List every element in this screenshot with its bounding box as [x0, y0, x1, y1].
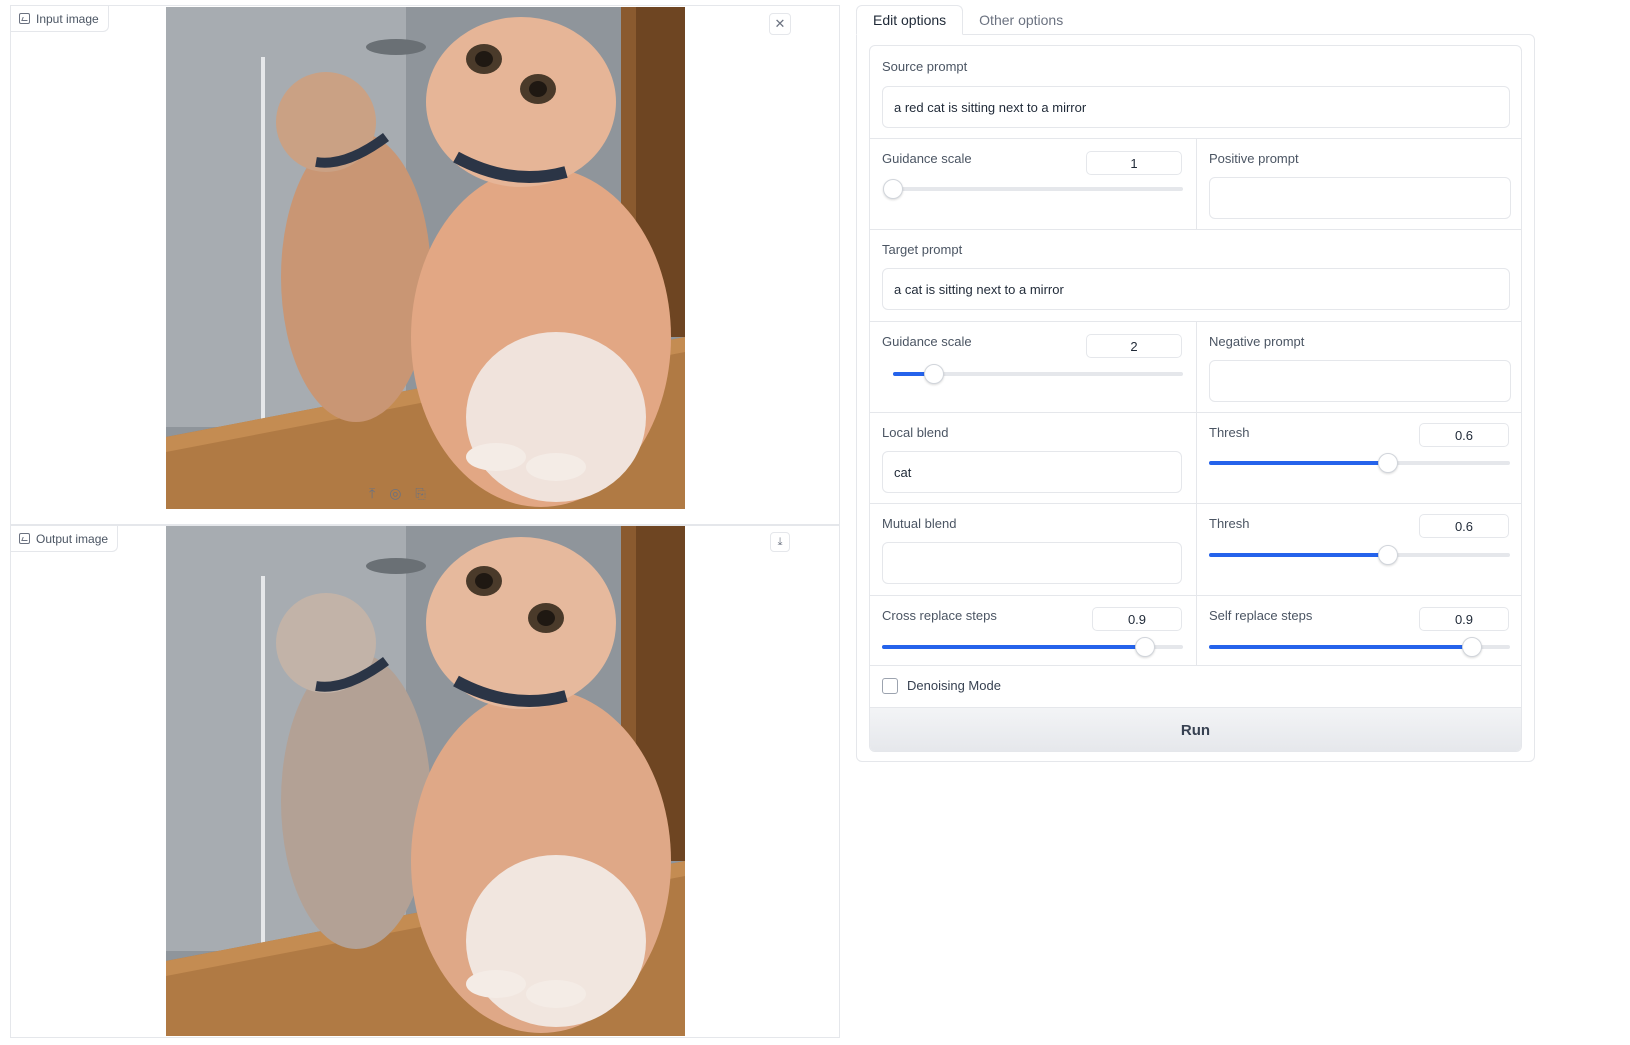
- cat-photo: [166, 7, 685, 509]
- edit-options-form: Source prompt a red cat is sitting next …: [869, 45, 1522, 752]
- output-photo: [166, 526, 685, 1036]
- clear-image-button[interactable]: ✕: [769, 13, 791, 35]
- mutual-blend-cell: Mutual blend: [870, 504, 1196, 595]
- local-blend-input[interactable]: cat: [882, 451, 1182, 493]
- tab-other-options[interactable]: Other options: [963, 5, 1079, 35]
- download-icon: ⤓: [777, 535, 783, 548]
- cat-photo-output: [166, 526, 685, 1036]
- input-photo: [166, 7, 685, 509]
- source-guidance-number[interactable]: 1: [1086, 151, 1182, 175]
- local-thresh-slider[interactable]: [1209, 453, 1510, 473]
- source-guidance-label: Guidance scale: [882, 151, 972, 166]
- denoising-checkbox[interactable]: [882, 678, 898, 694]
- local-thresh-label: Thresh: [1209, 425, 1250, 440]
- denoising-row: Denoising Mode: [870, 666, 1521, 708]
- cross-replace-cell: Cross replace steps 0.9: [870, 596, 1196, 665]
- slider-fill: [1209, 461, 1389, 465]
- source-guidance-slider[interactable]: [883, 179, 1183, 199]
- mutual-blend-row: Mutual blend Thresh 0.6: [870, 504, 1521, 596]
- output-image-panel: Output image ⤓: [10, 525, 840, 1038]
- mutual-thresh-label: Thresh: [1209, 516, 1250, 531]
- target-guidance-label: Guidance scale: [882, 334, 972, 349]
- input-image-label-text: Input image: [36, 11, 99, 26]
- local-thresh-cell: Thresh 0.6: [1196, 413, 1521, 503]
- mutual-thresh-cell: Thresh 0.6: [1196, 504, 1521, 595]
- target-guidance-number[interactable]: 2: [1086, 334, 1182, 358]
- slider-fill: [1209, 553, 1389, 557]
- download-button[interactable]: ⤓: [770, 532, 790, 552]
- target-prompt-label: Target prompt: [882, 242, 963, 257]
- image-icon: [19, 13, 30, 24]
- mutual-blend-label: Mutual blend: [882, 516, 957, 531]
- slider-thumb[interactable]: [1378, 545, 1399, 565]
- upload-icon[interactable]: ⤒: [369, 485, 375, 502]
- target-prompt-row: Target prompt a cat is sitting next to a…: [870, 230, 1521, 322]
- cross-replace-label: Cross replace steps: [882, 608, 997, 623]
- source-prompt-label: Source prompt: [882, 59, 968, 74]
- local-blend-row: Local blend cat Thresh 0.6: [870, 413, 1521, 504]
- camera-icon[interactable]: ◎: [389, 485, 401, 502]
- negative-prompt-label: Negative prompt: [1209, 334, 1305, 349]
- slider-thumb[interactable]: [1378, 453, 1399, 473]
- cross-replace-slider[interactable]: [882, 637, 1183, 657]
- cross-replace-number[interactable]: 0.9: [1092, 607, 1182, 631]
- mutual-thresh-slider[interactable]: [1209, 545, 1510, 565]
- output-image-label: Output image: [11, 526, 119, 552]
- source-guidance-cell: Guidance scale 1: [870, 139, 1196, 229]
- image-icon: [19, 533, 30, 544]
- source-guidance-row: Guidance scale 1 Positive prompt: [870, 139, 1521, 230]
- mutual-thresh-number[interactable]: 0.6: [1419, 514, 1509, 538]
- replace-steps-row: Cross replace steps 0.9 Self replace ste…: [870, 596, 1521, 666]
- mutual-blend-input[interactable]: [882, 542, 1182, 584]
- negative-prompt-cell: Negative prompt: [1196, 322, 1521, 412]
- slider-fill: [882, 645, 1146, 649]
- image-source-toolbar: ⤒ ◎ ⎘: [369, 485, 426, 502]
- self-replace-label: Self replace steps: [1209, 608, 1313, 623]
- positive-prompt-cell: Positive prompt: [1196, 139, 1521, 229]
- source-prompt-row: Source prompt a red cat is sitting next …: [870, 46, 1521, 139]
- positive-prompt-label: Positive prompt: [1209, 151, 1299, 166]
- slider-thumb[interactable]: [1462, 637, 1483, 657]
- local-blend-label: Local blend: [882, 425, 949, 440]
- close-icon: ✕: [774, 16, 786, 31]
- self-replace-slider[interactable]: [1209, 637, 1510, 657]
- local-thresh-number[interactable]: 0.6: [1419, 423, 1509, 447]
- options-tabs: Edit options Other options: [856, 5, 1079, 35]
- local-blend-cell: Local blend cat: [870, 413, 1196, 503]
- run-button[interactable]: Run: [870, 708, 1521, 751]
- input-image-label: Input image: [11, 6, 109, 32]
- slider-thumb[interactable]: [1135, 637, 1156, 657]
- target-prompt-input[interactable]: a cat is sitting next to a mirror: [882, 268, 1510, 310]
- slider-thumb[interactable]: [923, 364, 944, 384]
- target-guidance-cell: Guidance scale 2: [870, 322, 1196, 412]
- slider-fill: [1209, 645, 1473, 649]
- denoising-label: Denoising Mode: [907, 678, 1001, 693]
- self-replace-cell: Self replace steps 0.9: [1196, 596, 1521, 665]
- source-prompt-input[interactable]: a red cat is sitting next to a mirror: [882, 86, 1510, 128]
- target-guidance-row: Guidance scale 2 Negative prompt: [870, 322, 1521, 413]
- self-replace-number[interactable]: 0.9: [1419, 607, 1509, 631]
- positive-prompt-input[interactable]: [1209, 177, 1511, 219]
- tab-edit-options[interactable]: Edit options: [856, 5, 964, 35]
- target-guidance-slider[interactable]: [893, 364, 1183, 384]
- clipboard-icon[interactable]: ⎘: [415, 486, 425, 502]
- input-image-panel[interactable]: Input image ✕ ⤒ ◎ ⎘: [10, 5, 840, 525]
- output-image-label-text: Output image: [36, 531, 109, 546]
- negative-prompt-input[interactable]: [1209, 360, 1511, 402]
- slider-thumb[interactable]: [883, 179, 903, 199]
